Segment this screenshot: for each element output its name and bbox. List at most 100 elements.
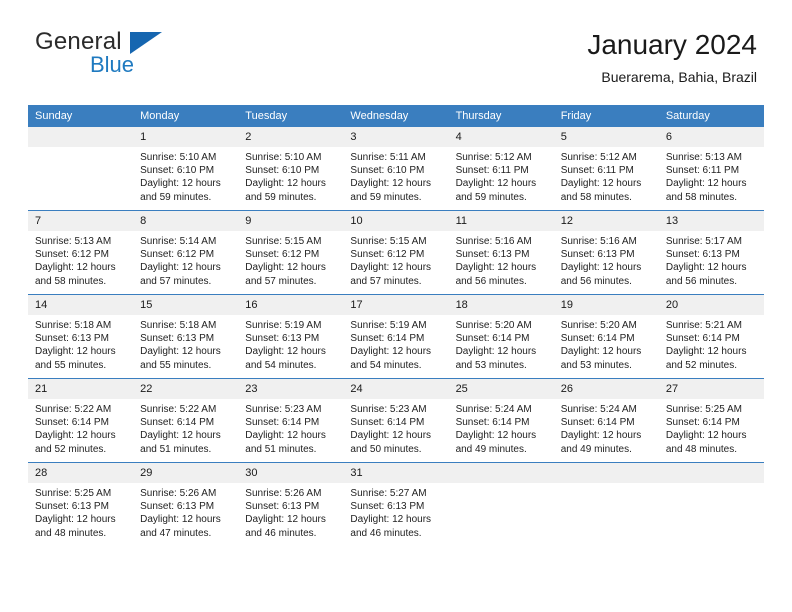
day-details: Sunrise: 5:25 AM Sunset: 6:14 PM Daylight:…	[659, 399, 764, 456]
calendar-day-cell[interactable]: 1 Sunrise: 5:10 AM Sunset: 6:10 PM Daylight…	[133, 127, 239, 211]
sunset-text: Sunset: 6:12 PM	[350, 249, 425, 261]
sunset-text: Sunset: 6:14 PM	[350, 333, 425, 345]
sunrise-text: Sunrise: 5:14 AM	[140, 236, 217, 247]
day-details: Sunrise: 5:19 AM Sunset: 6:14 PM Daylight:…	[343, 315, 448, 372]
sunrise-text: Sunrise: 5:23 AM	[350, 404, 427, 415]
sunset-text: Sunset: 6:10 PM	[245, 165, 320, 177]
sunset-text: Sunset: 6:14 PM	[245, 417, 320, 429]
page-title: January 2024	[587, 29, 757, 60]
day-details: Sunrise: 5:12 AM Sunset: 6:11 PM Daylight:…	[554, 147, 659, 204]
daylight-text-line2: and 49 minutes.	[560, 443, 632, 455]
calendar-day-cell[interactable]: 25 Sunrise: 5:24 AM Sunset: 6:14 PM Dayligh…	[448, 378, 554, 463]
daylight-text-line1: Daylight: 12 hours	[665, 430, 747, 442]
sunset-text: Sunset: 6:14 PM	[560, 417, 635, 429]
sunrise-text: Sunrise: 5:20 AM	[455, 320, 532, 331]
calendar-day-cell[interactable]: 26 Sunrise: 5:24 AM Sunset: 6:14 PM Dayligh…	[553, 378, 659, 463]
sunrise-text: Sunrise: 5:13 AM	[35, 236, 112, 247]
sunset-text: Sunset: 6:12 PM	[140, 249, 215, 261]
day-number: 12	[553, 211, 659, 231]
sunrise-text: Sunrise: 5:24 AM	[455, 404, 532, 415]
day-number: 27	[658, 379, 764, 399]
sunset-text: Sunset: 6:13 PM	[350, 501, 425, 513]
calendar-day-cell[interactable]: 5 Sunrise: 5:12 AM Sunset: 6:11 PM Daylight…	[553, 127, 659, 211]
calendar-day-cell[interactable]: 18 Sunrise: 5:20 AM Sunset: 6:14 PM Dayligh…	[448, 294, 554, 379]
daylight-text-line2: and 58 minutes.	[560, 191, 632, 203]
daylight-text-line1: Daylight: 12 hours	[350, 178, 432, 190]
daylight-text-line2: and 57 minutes.	[245, 275, 317, 287]
daylight-text-line2: and 57 minutes.	[350, 275, 422, 287]
calendar-day-cell[interactable]: 28 Sunrise: 5:25 AM Sunset: 6:13 PM Dayligh…	[28, 462, 134, 546]
day-number: 29	[133, 463, 239, 483]
day-number: 30	[238, 463, 344, 483]
sunset-text: Sunset: 6:13 PM	[140, 501, 215, 513]
calendar-day-cell[interactable]: 29 Sunrise: 5:26 AM Sunset: 6:13 PM Dayligh…	[133, 462, 239, 546]
daylight-text-line1: Daylight: 12 hours	[665, 262, 747, 274]
calendar-day-cell[interactable]: 24 Sunrise: 5:23 AM Sunset: 6:14 PM Dayligh…	[343, 378, 449, 463]
daylight-text-line2: and 47 minutes.	[140, 527, 212, 539]
sunrise-text: Sunrise: 5:12 AM	[455, 152, 532, 163]
calendar-week-row: 14 Sunrise: 5:18 AM Sunset: 6:13 PM Dayligh…	[28, 294, 764, 379]
day-details: Sunrise: 5:11 AM Sunset: 6:10 PM Daylight:…	[343, 147, 448, 204]
sunrise-text: Sunrise: 5:24 AM	[560, 404, 637, 415]
daylight-text-line1: Daylight: 12 hours	[140, 430, 221, 442]
day-details: Sunrise: 5:18 AM Sunset: 6:13 PM Daylight:…	[28, 315, 133, 372]
calendar-day-cell[interactable]: 10 Sunrise: 5:15 AM Sunset: 6:12 PM Dayligh…	[343, 210, 449, 295]
calendar-day-cell[interactable]: 7 Sunrise: 5:13 AM Sunset: 6:12 PM Daylight…	[28, 210, 134, 295]
calendar-day-cell[interactable]: 21 Sunrise: 5:22 AM Sunset: 6:14 PM Dayligh…	[28, 378, 134, 463]
calendar-day-cell[interactable]: 4 Sunrise: 5:12 AM Sunset: 6:11 PM Daylight…	[448, 127, 554, 211]
calendar-day-cell[interactable]: 31 Sunrise: 5:27 AM Sunset: 6:13 PM Dayligh…	[343, 462, 449, 546]
daylight-text-line1: Daylight: 12 hours	[455, 430, 537, 442]
day-number: 9	[238, 211, 344, 231]
daylight-text-line2: and 48 minutes.	[35, 527, 107, 539]
calendar-day-cell[interactable]: 23 Sunrise: 5:23 AM Sunset: 6:14 PM Dayligh…	[238, 378, 344, 463]
calendar-day-cell[interactable]: 8 Sunrise: 5:14 AM Sunset: 6:12 PM Daylight…	[133, 210, 239, 295]
daylight-text-line2: and 53 minutes.	[455, 359, 527, 371]
daylight-text-line2: and 53 minutes.	[560, 359, 632, 371]
daylight-text-line2: and 49 minutes.	[455, 443, 527, 455]
calendar-day-cell[interactable]: 30 Sunrise: 5:26 AM Sunset: 6:13 PM Dayligh…	[238, 462, 344, 546]
calendar-day-cell[interactable]: 19 Sunrise: 5:20 AM Sunset: 6:14 PM Dayligh…	[553, 294, 659, 379]
weekday-header-tuesday: Tuesday	[238, 105, 344, 127]
calendar-day-cell[interactable]: 16 Sunrise: 5:19 AM Sunset: 6:13 PM Dayligh…	[238, 294, 344, 379]
day-number: 15	[133, 295, 239, 315]
day-number: 21	[28, 379, 134, 399]
calendar-day-cell[interactable]: 15 Sunrise: 5:18 AM Sunset: 6:13 PM Dayligh…	[133, 294, 239, 379]
sunrise-text: Sunrise: 5:22 AM	[140, 404, 217, 415]
day-details: Sunrise: 5:21 AM Sunset: 6:14 PM Daylight:…	[659, 315, 764, 372]
sunset-text: Sunset: 6:10 PM	[140, 165, 215, 177]
daylight-text-line1: Daylight: 12 hours	[245, 514, 326, 526]
general-blue-logo[interactable]: General Blue	[35, 28, 235, 88]
calendar-day-cell[interactable]: 20 Sunrise: 5:21 AM Sunset: 6:14 PM Dayligh…	[658, 294, 764, 379]
sunset-text: Sunset: 6:14 PM	[560, 333, 635, 345]
calendar-day-cell[interactable]: 6 Sunrise: 5:13 AM Sunset: 6:11 PM Daylight…	[658, 127, 764, 211]
calendar-day-cell[interactable]: 9 Sunrise: 5:15 AM Sunset: 6:12 PM Daylight…	[238, 210, 344, 295]
weekday-header-monday: Monday	[133, 105, 239, 127]
day-number: 2	[238, 127, 344, 147]
daylight-text-line2: and 59 minutes.	[350, 191, 422, 203]
calendar-day-cell[interactable]: 22 Sunrise: 5:22 AM Sunset: 6:14 PM Dayligh…	[133, 378, 239, 463]
day-details: Sunrise: 5:18 AM Sunset: 6:13 PM Daylight:…	[133, 315, 238, 372]
sunrise-text: Sunrise: 5:26 AM	[140, 488, 217, 499]
day-number: 19	[553, 295, 659, 315]
sunset-text: Sunset: 6:14 PM	[350, 417, 425, 429]
weekday-header-saturday: Saturday	[658, 105, 764, 127]
calendar-day-cell[interactable]: 27 Sunrise: 5:25 AM Sunset: 6:14 PM Dayligh…	[658, 378, 764, 463]
sunset-text: Sunset: 6:14 PM	[140, 417, 215, 429]
daylight-text-line1: Daylight: 12 hours	[560, 346, 642, 358]
calendar-day-cell[interactable]: 11 Sunrise: 5:16 AM Sunset: 6:13 PM Dayligh…	[448, 210, 554, 295]
sunset-text: Sunset: 6:12 PM	[35, 249, 109, 261]
calendar-day-cell-empty	[448, 462, 554, 546]
calendar-day-cell[interactable]: 3 Sunrise: 5:11 AM Sunset: 6:10 PM Daylight…	[343, 127, 449, 211]
daylight-text-line1: Daylight: 12 hours	[665, 346, 747, 358]
calendar-day-cell[interactable]: 2 Sunrise: 5:10 AM Sunset: 6:10 PM Daylight…	[238, 127, 344, 211]
calendar-day-cell[interactable]: 14 Sunrise: 5:18 AM Sunset: 6:13 PM Dayligh…	[28, 294, 134, 379]
day-number: 20	[658, 295, 764, 315]
daylight-text-line1: Daylight: 12 hours	[245, 430, 326, 442]
calendar-day-cell[interactable]: 13 Sunrise: 5:17 AM Sunset: 6:13 PM Dayligh…	[658, 210, 764, 295]
daylight-text-line1: Daylight: 12 hours	[140, 178, 221, 190]
calendar-day-cell[interactable]: 12 Sunrise: 5:16 AM Sunset: 6:13 PM Dayligh…	[553, 210, 659, 295]
day-number: 18	[448, 295, 554, 315]
calendar-week-row: 1 Sunrise: 5:10 AM Sunset: 6:10 PM Daylight…	[28, 127, 764, 211]
sunset-text: Sunset: 6:13 PM	[140, 333, 215, 345]
calendar-day-cell[interactable]: 17 Sunrise: 5:19 AM Sunset: 6:14 PM Dayligh…	[343, 294, 449, 379]
